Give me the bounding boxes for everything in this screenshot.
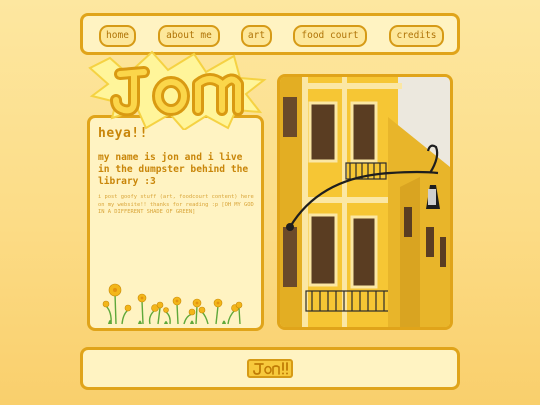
building-image (280, 77, 450, 327)
nav-art-button[interactable]: art (241, 25, 272, 47)
intro-panel: heya!! my name is jon and i live in the … (87, 115, 264, 331)
nav-credits-button[interactable]: credits (389, 25, 444, 47)
site-logo: Jon (88, 50, 268, 132)
flowers-illustration (102, 283, 243, 325)
nav-home-button[interactable]: home (99, 25, 136, 47)
intro-bio: my name is jon and i live in the dumpste… (98, 152, 249, 187)
footer-logo-icon (253, 362, 288, 375)
intro-small-text: i post goofy stuff (art, foodcourt conte… (98, 194, 254, 215)
nav-bar: home about me art food court credits (80, 13, 460, 55)
footer-logo-badge[interactable]: Jon!! (247, 359, 293, 378)
nav-food-court-button[interactable]: food court (293, 25, 367, 47)
building-photo (277, 74, 453, 330)
footer-bar: Jon!! (80, 347, 460, 390)
logo-starburst-icon (88, 50, 267, 132)
nav-about-button[interactable]: about me (158, 25, 220, 47)
